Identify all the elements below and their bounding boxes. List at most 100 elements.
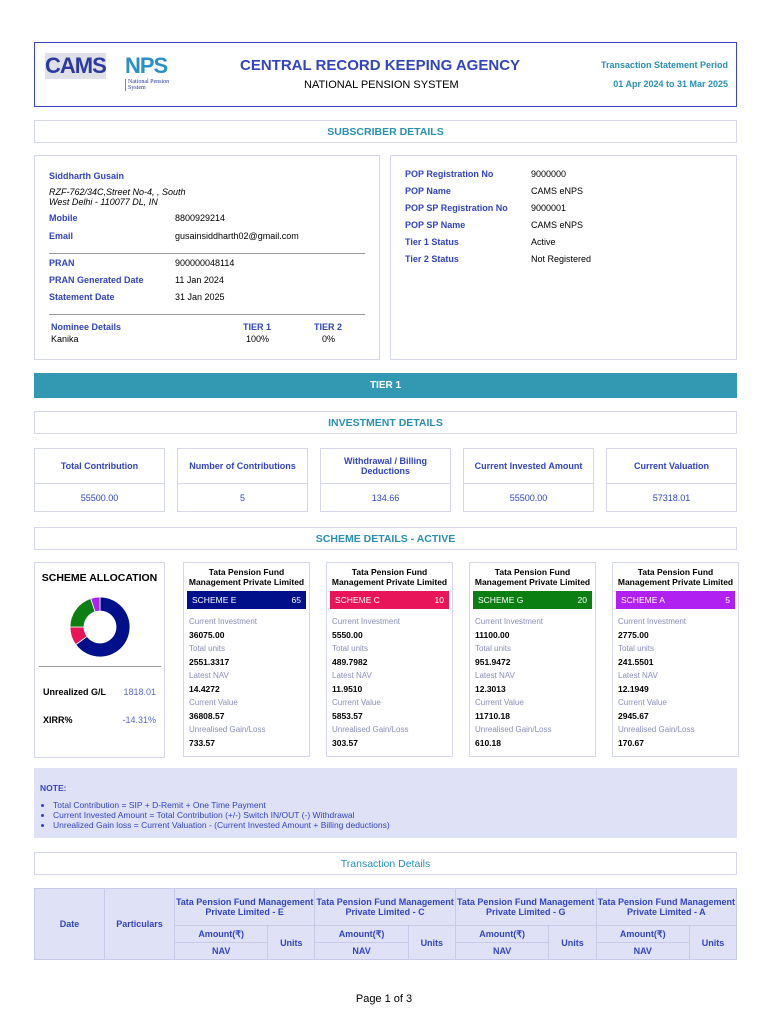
agency-title: CENTRAL RECORD KEEPING AGENCY <box>240 57 521 74</box>
xirr-value: -14.31% <box>122 715 156 725</box>
scheme-card: Tata Pension Fund Management Private Lim… <box>183 562 310 757</box>
pop-field-value: Not Registered <box>531 254 592 264</box>
nominee-tier1-header: TIER 1 <box>243 322 272 332</box>
col-fund-e: Tata Pension Fund Management Private Lim… <box>173 888 316 926</box>
divider <box>49 253 365 254</box>
note-item: Current Invested Amount = Total Contribu… <box>53 810 731 820</box>
pop-field-value: CAMS eNPS <box>531 186 584 196</box>
divider <box>39 666 161 667</box>
cams-nps-logo: CAMS NPS National Pension System <box>45 51 187 91</box>
pop-field-label: POP Registration No <box>405 169 494 179</box>
address-line-1: RZF-762/34C,Street No-4, , South <box>49 187 186 197</box>
current-investment-value: 2775.00 <box>618 630 649 640</box>
col-units: Units <box>267 925 316 960</box>
current-investment-value: 5550.00 <box>332 630 363 640</box>
current-value-label: Current Value <box>332 698 381 707</box>
pop-field-label: Tier 1 Status <box>405 237 459 247</box>
current-investment-value: 11100.00 <box>475 630 510 640</box>
current-investment-label: Current Investment <box>475 617 544 626</box>
col-amount: Amount(₹) <box>454 925 550 943</box>
page-number: Page 1 of 3 <box>355 993 413 1005</box>
total-units-label: Total units <box>332 644 369 653</box>
col-particulars: Particulars <box>104 888 175 960</box>
latest-nav-label: Latest NAV <box>332 671 372 680</box>
email-value: gusainsiddharth02@gmail.com <box>175 231 299 241</box>
scheme-percent: 65 <box>291 595 301 605</box>
transaction-table: Date Particulars Tata Pension Fund Manag… <box>34 888 738 960</box>
email-label: Email <box>49 231 74 241</box>
allocation-donut-chart <box>70 597 130 657</box>
latest-nav-label: Latest NAV <box>475 671 515 680</box>
scheme-name: SCHEME C <box>335 595 380 605</box>
investment-card: Current Valuation 57318.01 <box>606 448 737 512</box>
scheme-allocation-box: SCHEME ALLOCATION Unrealized G/L 1818.01… <box>34 562 165 758</box>
scheme-name: SCHEME A <box>621 595 665 605</box>
pran-date-label: PRAN Generated Date <box>49 275 144 285</box>
investment-card-value: 5 <box>239 493 245 503</box>
unrealised-gain-label: Unrealised Gain/Loss <box>189 725 266 734</box>
investment-card-value: 55500.00 <box>509 493 548 503</box>
scheme-card: Tata Pension Fund Management Private Lim… <box>326 562 453 757</box>
investment-card-label: Withdrawal / Billing Deductions <box>321 449 450 484</box>
mobile-value: 8800929214 <box>175 213 226 223</box>
pran-value: 900000048114 <box>175 258 235 268</box>
current-investment-label: Current Investment <box>189 617 258 626</box>
pop-field-label: POP Name <box>405 186 451 196</box>
scheme-name: SCHEME E <box>192 595 237 605</box>
scheme-bar: SCHEME A 5 <box>616 591 735 609</box>
scheme-bar: SCHEME C 10 <box>330 591 449 609</box>
investment-card: Number of Contributions 5 <box>177 448 308 512</box>
pran-date-value: 11 Jan 2024 <box>175 275 224 285</box>
unrealized-gl-label: Unrealized G/L <box>43 687 107 697</box>
subscriber-box: Siddharth Gusain RZF-762/34C,Street No-4… <box>34 155 380 360</box>
col-units: Units <box>548 925 597 960</box>
nominee-header: Nominee Details <box>51 322 122 332</box>
unrealised-gain-value: 303.57 <box>332 738 358 748</box>
latest-nav-value: 14.4272 <box>189 684 220 694</box>
col-fund-c: Tata Pension Fund Management Private Lim… <box>314 888 456 926</box>
total-units-value: 241.5501 <box>618 657 654 667</box>
current-investment-value: 36075.00 <box>189 630 225 640</box>
col-fund-g: Tata Pension Fund Management Private Lim… <box>454 888 597 926</box>
scheme-fund-name: Tata Pension Fund Management Private Lim… <box>188 567 305 587</box>
note-title: NOTE: <box>40 783 67 793</box>
pop-field-label: POP SP Name <box>405 220 466 230</box>
col-units: Units <box>688 925 738 960</box>
xirr-label: XIRR% <box>43 715 73 725</box>
address: RZF-762/34C,Street No-4, , South West De… <box>49 187 186 207</box>
scheme-percent: 20 <box>577 595 587 605</box>
current-value-value: 11710.18 <box>475 711 510 721</box>
scheme-name: SCHEME G <box>478 595 524 605</box>
logo-cams: CAMS <box>45 53 107 79</box>
total-units-label: Total units <box>475 644 512 653</box>
col-nav: NAV <box>454 942 550 960</box>
period-label: Transaction Statement Period <box>600 60 728 70</box>
total-units-label: Total units <box>189 644 226 653</box>
header-box: CAMS NPS National Pension System CENTRAL… <box>34 42 737 107</box>
current-value-label: Current Value <box>618 698 667 707</box>
current-value-label: Current Value <box>189 698 238 707</box>
transaction-details-heading: Transaction Details <box>34 852 737 875</box>
investment-card-value: 57318.01 <box>652 493 691 503</box>
scheme-bar: SCHEME G 20 <box>473 591 592 609</box>
current-value-value: 2945.67 <box>618 711 649 721</box>
unrealised-gain-label: Unrealised Gain/Loss <box>618 725 695 734</box>
investment-card-value: 55500.00 <box>80 493 119 503</box>
nominee-tier2: 0% <box>322 334 336 344</box>
current-value-value: 36808.57 <box>189 711 225 721</box>
investment-details-heading: INVESTMENT DETAILS <box>34 411 737 434</box>
unrealised-gain-label: Unrealised Gain/Loss <box>475 725 552 734</box>
latest-nav-label: Latest NAV <box>618 671 658 680</box>
scheme-percent: 5 <box>725 595 730 605</box>
note-item: Unrealized Gain loss = Current Valuation… <box>53 820 731 830</box>
pop-field-value: Active <box>531 237 556 247</box>
agency-subtitle: NATIONAL PENSION SYSTEM <box>304 79 459 91</box>
latest-nav-value: 12.1949 <box>618 684 649 694</box>
unrealised-gain-value: 733.57 <box>189 738 215 748</box>
current-investment-label: Current Investment <box>618 617 687 626</box>
logo-nps: NPS <box>125 53 168 78</box>
subscriber-details-heading: SUBSCRIBER DETAILS <box>34 120 737 143</box>
subscriber-name: Siddharth Gusain <box>49 171 125 181</box>
scheme-allocation-title: SCHEME ALLOCATION <box>41 572 158 584</box>
note-box: NOTE: Total Contribution = SIP + D-Remit… <box>34 768 737 838</box>
